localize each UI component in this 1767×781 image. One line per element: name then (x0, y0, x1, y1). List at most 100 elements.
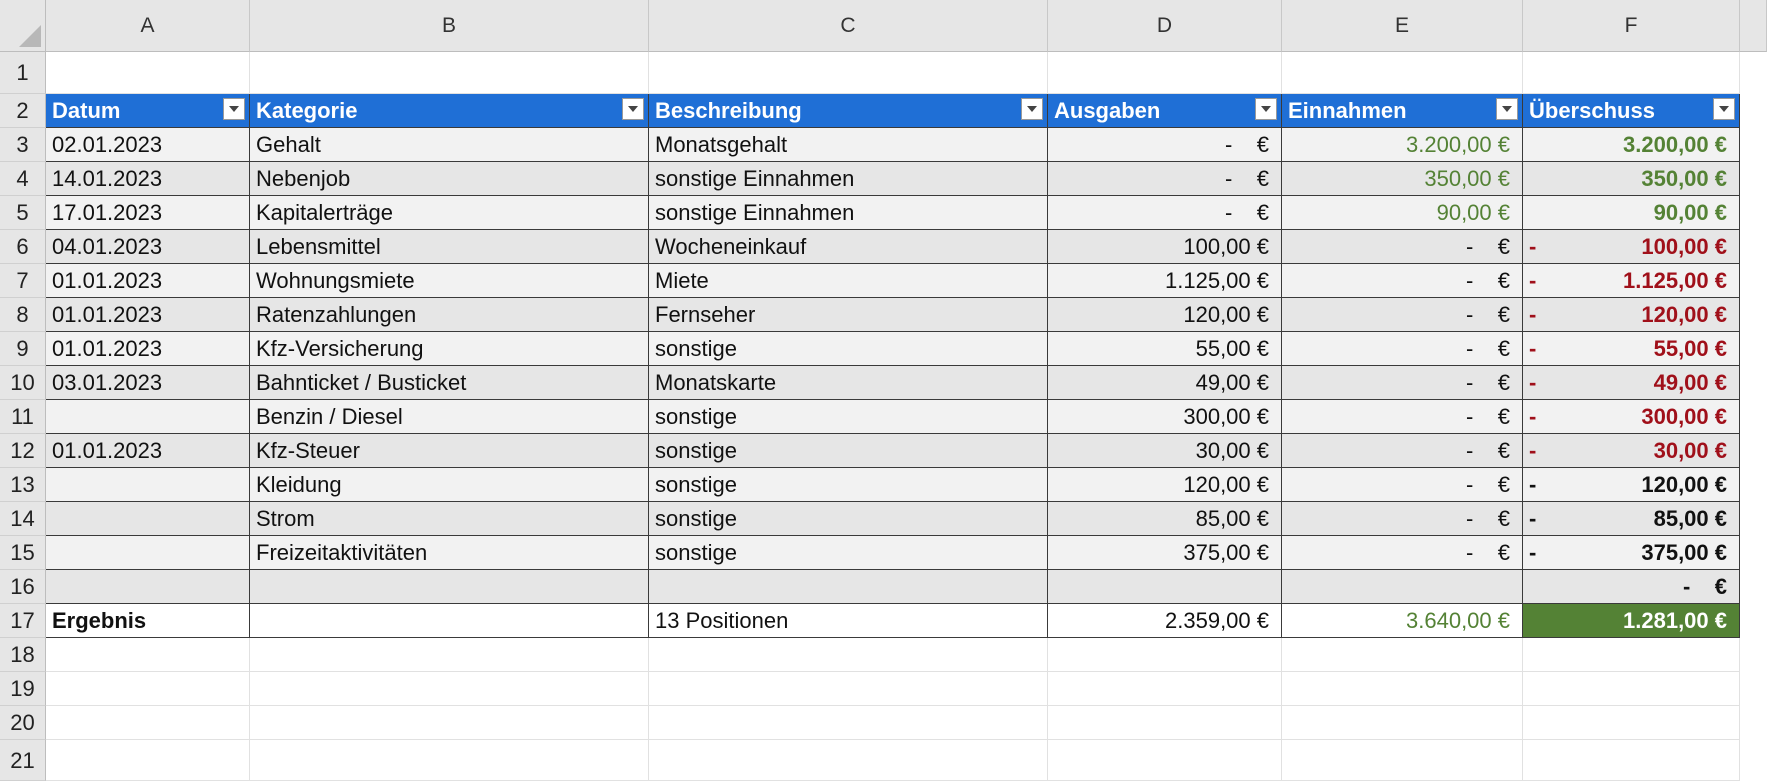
header-datum[interactable]: Datum (46, 94, 250, 128)
row-header-17[interactable]: 17 (0, 604, 46, 638)
cell-ueberschuss[interactable]: - 49,00 € (1523, 366, 1740, 400)
cell-ueberschuss[interactable]: - € (1523, 570, 1740, 604)
cell-kategorie[interactable]: Kfz-Versicherung (250, 332, 649, 366)
total-cell-ueberschuss[interactable]: 1.281,00 € (1523, 604, 1740, 638)
cell-kategorie[interactable]: Lebensmittel (250, 230, 649, 264)
cell-ausgaben[interactable]: 120,00 € (1048, 298, 1282, 332)
row-header-11[interactable]: 11 (0, 400, 46, 434)
cell-datum[interactable] (46, 536, 250, 570)
cell-kategorie[interactable] (250, 570, 649, 604)
cell-kategorie[interactable]: Gehalt (250, 128, 649, 162)
row-header-18[interactable]: 18 (0, 638, 46, 672)
cell-datum[interactable]: 03.01.2023 (46, 366, 250, 400)
cell-beschreibung[interactable]: sonstige (649, 434, 1048, 468)
cell-ueberschuss[interactable]: 90,00 € (1523, 196, 1740, 230)
row-header-20[interactable]: 20 (0, 706, 46, 740)
header-einnahmen[interactable]: Einnahmen (1282, 94, 1523, 128)
cell-kategorie[interactable]: Freizeitaktivitäten (250, 536, 649, 570)
cell-einnahmen[interactable]: - € (1282, 536, 1523, 570)
filter-dropdown-icon[interactable] (1713, 98, 1735, 120)
filter-dropdown-icon[interactable] (622, 98, 644, 120)
column-header-b[interactable]: B (250, 0, 649, 52)
cell-einnahmen[interactable]: - € (1282, 502, 1523, 536)
cell-ausgaben[interactable]: 120,00 € (1048, 468, 1282, 502)
cell-datum[interactable] (46, 468, 250, 502)
cell-beschreibung[interactable]: Miete (649, 264, 1048, 298)
cell-ueberschuss[interactable]: - 30,00 € (1523, 434, 1740, 468)
cell-einnahmen[interactable]: 90,00 € (1282, 196, 1523, 230)
cell-ausgaben[interactable]: 30,00 € (1048, 434, 1282, 468)
row-header-7[interactable]: 7 (0, 264, 46, 298)
cell-beschreibung[interactable]: sonstige (649, 502, 1048, 536)
row-header-5[interactable]: 5 (0, 196, 46, 230)
cell-ueberschuss[interactable]: - 120,00 € (1523, 298, 1740, 332)
cell-einnahmen[interactable]: - € (1282, 400, 1523, 434)
row-header-19[interactable]: 19 (0, 672, 46, 706)
total-cell-beschreibung[interactable]: 13 Positionen (649, 604, 1048, 638)
cell-ausgaben[interactable]: - € (1048, 162, 1282, 196)
total-cell-ausgaben[interactable]: 2.359,00 € (1048, 604, 1282, 638)
cell-ausgaben[interactable]: 100,00 € (1048, 230, 1282, 264)
cell-ueberschuss[interactable]: - 1.125,00 € (1523, 264, 1740, 298)
cell-einnahmen[interactable]: - € (1282, 468, 1523, 502)
cell-beschreibung[interactable]: sonstige (649, 332, 1048, 366)
row-header-14[interactable]: 14 (0, 502, 46, 536)
cell-beschreibung[interactable]: Monatskarte (649, 366, 1048, 400)
cell-ueberschuss[interactable]: - 55,00 € (1523, 332, 1740, 366)
select-all-corner[interactable] (0, 0, 46, 52)
cell-ueberschuss[interactable]: - 300,00 € (1523, 400, 1740, 434)
cell-ausgaben[interactable]: - € (1048, 196, 1282, 230)
cell-kategorie[interactable]: Nebenjob (250, 162, 649, 196)
column-header-c[interactable]: C (649, 0, 1048, 52)
row-header-10[interactable]: 10 (0, 366, 46, 400)
total-cell-einnahmen[interactable]: 3.640,00 € (1282, 604, 1523, 638)
cell-ueberschuss[interactable]: 350,00 € (1523, 162, 1740, 196)
column-header-f[interactable]: F (1523, 0, 1740, 52)
cell-ueberschuss[interactable]: - 100,00 € (1523, 230, 1740, 264)
spreadsheet-grid[interactable]: A B C D E F 1 2 3 4 5 6 7 8 9 10 11 12 13 14 15 16 17 18 19 20 21 D… (0, 0, 1767, 781)
cell-ueberschuss[interactable]: 3.200,00 € (1523, 128, 1740, 162)
cell-datum[interactable]: 01.01.2023 (46, 264, 250, 298)
row-header-12[interactable]: 12 (0, 434, 46, 468)
row-header-15[interactable]: 15 (0, 536, 46, 570)
cell-einnahmen[interactable]: - € (1282, 366, 1523, 400)
row-header-3[interactable]: 3 (0, 128, 46, 162)
cell-kategorie[interactable]: Benzin / Diesel (250, 400, 649, 434)
header-ueberschuss[interactable]: Überschuss (1523, 94, 1740, 128)
row-header-16[interactable]: 16 (0, 570, 46, 604)
cell-beschreibung[interactable]: sonstige (649, 536, 1048, 570)
cell-ueberschuss[interactable]: - 375,00 € (1523, 536, 1740, 570)
cell-beschreibung[interactable] (649, 570, 1048, 604)
cell-datum[interactable]: 17.01.2023 (46, 196, 250, 230)
total-cell-label[interactable]: Ergebnis (46, 604, 250, 638)
row-header-6[interactable]: 6 (0, 230, 46, 264)
cell-ausgaben[interactable]: 49,00 € (1048, 366, 1282, 400)
cell-einnahmen[interactable]: - € (1282, 230, 1523, 264)
cell-beschreibung[interactable]: sonstige (649, 468, 1048, 502)
column-header-d[interactable]: D (1048, 0, 1282, 52)
cell-einnahmen[interactable] (1282, 570, 1523, 604)
cell-ausgaben[interactable]: 1.125,00 € (1048, 264, 1282, 298)
row-header-8[interactable]: 8 (0, 298, 46, 332)
cell-ausgaben[interactable]: - € (1048, 128, 1282, 162)
cell-ausgaben[interactable]: 300,00 € (1048, 400, 1282, 434)
cell-datum[interactable]: 01.01.2023 (46, 434, 250, 468)
cell-ausgaben[interactable]: 55,00 € (1048, 332, 1282, 366)
cell-kategorie[interactable]: Bahnticket / Busticket (250, 366, 649, 400)
row-header-9[interactable]: 9 (0, 332, 46, 366)
cell-beschreibung[interactable]: sonstige Einnahmen (649, 162, 1048, 196)
cell-kategorie[interactable]: Kleidung (250, 468, 649, 502)
header-ausgaben[interactable]: Ausgaben (1048, 94, 1282, 128)
cell-ausgaben[interactable]: 85,00 € (1048, 502, 1282, 536)
column-header-e[interactable]: E (1282, 0, 1523, 52)
row-header-21[interactable]: 21 (0, 740, 46, 781)
cell-datum[interactable] (46, 400, 250, 434)
cell-kategorie[interactable]: Ratenzahlungen (250, 298, 649, 332)
cell-datum[interactable]: 02.01.2023 (46, 128, 250, 162)
cell-datum[interactable] (46, 502, 250, 536)
row-header-13[interactable]: 13 (0, 468, 46, 502)
header-kategorie[interactable]: Kategorie (250, 94, 649, 128)
cell-datum[interactable]: 01.01.2023 (46, 298, 250, 332)
cell-einnahmen[interactable]: - € (1282, 434, 1523, 468)
filter-dropdown-icon[interactable] (1255, 98, 1277, 120)
